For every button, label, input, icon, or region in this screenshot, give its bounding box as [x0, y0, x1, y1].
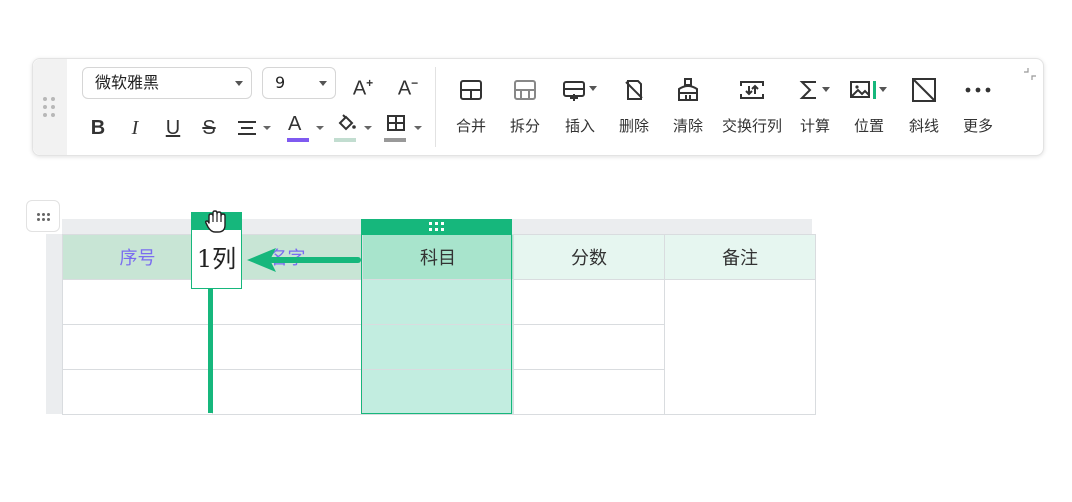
table-cell[interactable] [62, 369, 213, 415]
border-color-swatch [384, 138, 406, 142]
swap-rows-cols-icon [740, 81, 764, 99]
header-cell[interactable]: 科目 [362, 234, 514, 280]
diagonal-line-icon [912, 78, 936, 102]
decrease-font-icon: A [397, 77, 412, 100]
more-label: 更多 [962, 117, 993, 135]
insert-button[interactable]: 插入 [553, 75, 607, 145]
table-cell[interactable] [513, 369, 665, 415]
table-row [62, 279, 816, 415]
table-cell[interactable] [212, 369, 363, 415]
split-button[interactable]: 拆分 [500, 75, 550, 145]
paint-bucket-icon [338, 114, 356, 131]
collapse-icon[interactable] [1023, 67, 1037, 81]
fill-color-swatch [334, 138, 356, 142]
border-grid-icon [387, 115, 405, 131]
clear-button[interactable]: 清除 [663, 75, 713, 145]
hand-cursor-icon [204, 210, 226, 233]
table-header-row: 序号 名字 科目 分数 备注 [62, 234, 816, 280]
underline-icon: U [165, 117, 181, 139]
font-family-value: 微软雅黑 [95, 73, 160, 92]
split-label: 拆分 [509, 117, 540, 135]
font-size-value: 9 [275, 73, 286, 92]
header-cell[interactable]: 序号 [62, 234, 213, 280]
drag-dots-icon [43, 97, 57, 117]
position-label: 位置 [853, 117, 884, 135]
align-button[interactable] [236, 113, 276, 143]
border-button[interactable] [383, 113, 427, 143]
move-left-arrow-icon [247, 248, 361, 272]
swap-rows-cols-button[interactable]: 交换行列 [715, 75, 789, 145]
font-color-icon: A [288, 113, 302, 135]
underline-button[interactable]: U [162, 113, 184, 143]
chevron-down-icon [316, 126, 324, 130]
chevron-down-icon [414, 126, 422, 130]
strikethrough-icon: S [202, 117, 216, 139]
merge-cells-icon [460, 80, 482, 100]
align-center-icon [238, 121, 256, 135]
italic-button[interactable]: I [125, 113, 145, 143]
clear-icon [678, 78, 698, 101]
strikethrough-button[interactable]: S [197, 113, 221, 143]
table-cell[interactable] [212, 324, 363, 370]
drag-ghost-label: 1列 [191, 229, 242, 289]
calculate-button[interactable]: 计算 [793, 75, 837, 145]
table-cell[interactable] [362, 369, 514, 415]
header-cell[interactable]: 分数 [513, 234, 665, 280]
merge-label: 合并 [455, 117, 486, 135]
image-position-icon [850, 81, 887, 99]
chevron-down-icon [263, 126, 271, 130]
chevron-down-icon [319, 81, 327, 86]
toolbar-drag-handle[interactable] [33, 59, 67, 155]
swap-rows-cols-label: 交换行列 [721, 117, 782, 135]
split-cells-icon [514, 80, 536, 100]
diagonal-label: 斜线 [908, 117, 939, 135]
table-cell[interactable] [62, 324, 213, 370]
table-drag-handle[interactable] [26, 200, 60, 232]
merged-table-cell[interactable] [664, 279, 816, 415]
clear-label: 清除 [672, 117, 703, 135]
more-icon [965, 87, 991, 93]
table-cell[interactable] [62, 279, 213, 325]
sum-icon [799, 81, 830, 99]
table-cell[interactable] [362, 324, 514, 370]
diagonal-button[interactable]: 斜线 [899, 75, 949, 145]
delete-icon [625, 80, 643, 100]
italic-icon: I [131, 117, 139, 139]
delete-button[interactable]: 删除 [609, 75, 659, 145]
insert-icon [563, 81, 597, 101]
row-selector-bar[interactable] [46, 234, 62, 414]
table-cell[interactable] [513, 324, 665, 370]
table-toolbar: 微软雅黑 9 A+ A− B I U S A 合并 拆分 插入 删除 清除 交换… [32, 58, 1044, 156]
insert-label: 插入 [564, 117, 595, 135]
header-cell[interactable]: 备注 [664, 234, 816, 280]
increase-font-button[interactable]: A+ [348, 69, 378, 100]
table-cell[interactable] [513, 279, 665, 325]
font-color-button[interactable]: A [286, 113, 330, 143]
position-button[interactable]: 位置 [845, 75, 893, 145]
fill-color-button[interactable] [333, 113, 377, 143]
merge-button[interactable]: 合并 [446, 75, 496, 145]
font-family-select[interactable]: 微软雅黑 [82, 67, 252, 99]
increase-font-icon: A [352, 77, 367, 100]
toolbar-divider [435, 67, 436, 147]
more-button[interactable]: 更多 [953, 75, 1003, 145]
decrease-font-button[interactable]: A− [393, 69, 423, 100]
bold-icon: B [90, 117, 106, 139]
table-cell[interactable] [362, 279, 514, 325]
drop-indicator-line [208, 289, 213, 413]
delete-label: 删除 [618, 117, 649, 135]
font-color-swatch [287, 138, 309, 142]
bold-button[interactable]: B [87, 113, 109, 143]
chevron-down-icon [235, 81, 243, 86]
calculate-label: 计算 [799, 117, 830, 135]
selected-column-handle[interactable] [361, 219, 512, 234]
chevron-down-icon [364, 126, 372, 130]
data-table: 序号 名字 科目 分数 备注 [62, 234, 816, 415]
font-size-select[interactable]: 9 [262, 67, 336, 99]
